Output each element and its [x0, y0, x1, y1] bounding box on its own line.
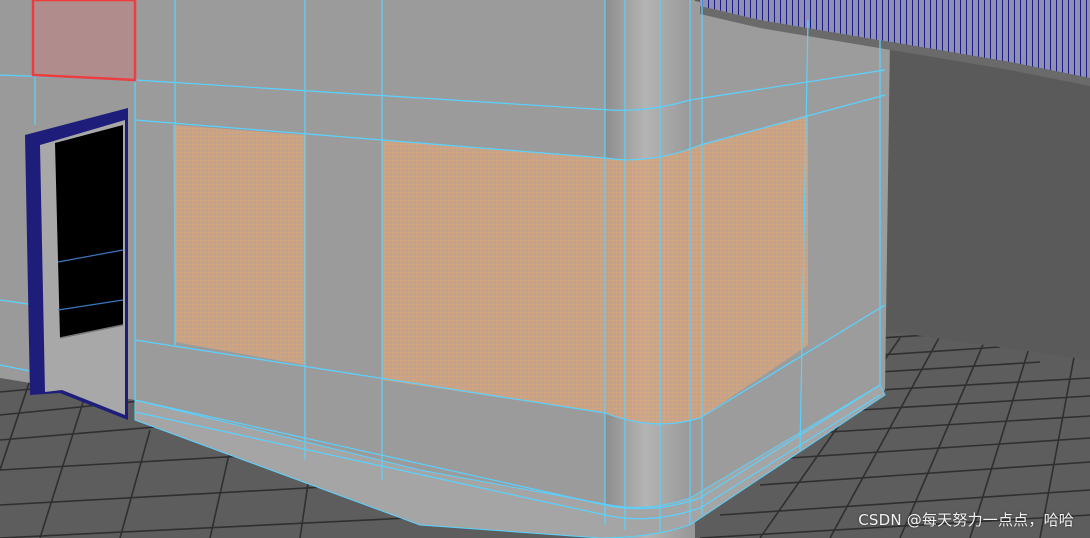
maya-3d-viewport[interactable]: CSDN @每天努力一点点，哈哈: [0, 0, 1090, 538]
selected-face-left[interactable]: [173, 125, 305, 365]
watermark-text: CSDN @每天努力一点点，哈哈: [858, 511, 1074, 529]
highlighted-face[interactable]: [31, 0, 137, 82]
doorway[interactable]: [25, 108, 128, 420]
background-wall: [880, 40, 1090, 360]
selected-face-corner[interactable]: [605, 145, 700, 424]
scene-canvas[interactable]: [0, 0, 1090, 538]
door-opening: [55, 125, 123, 338]
selected-face-center[interactable]: [382, 140, 605, 413]
